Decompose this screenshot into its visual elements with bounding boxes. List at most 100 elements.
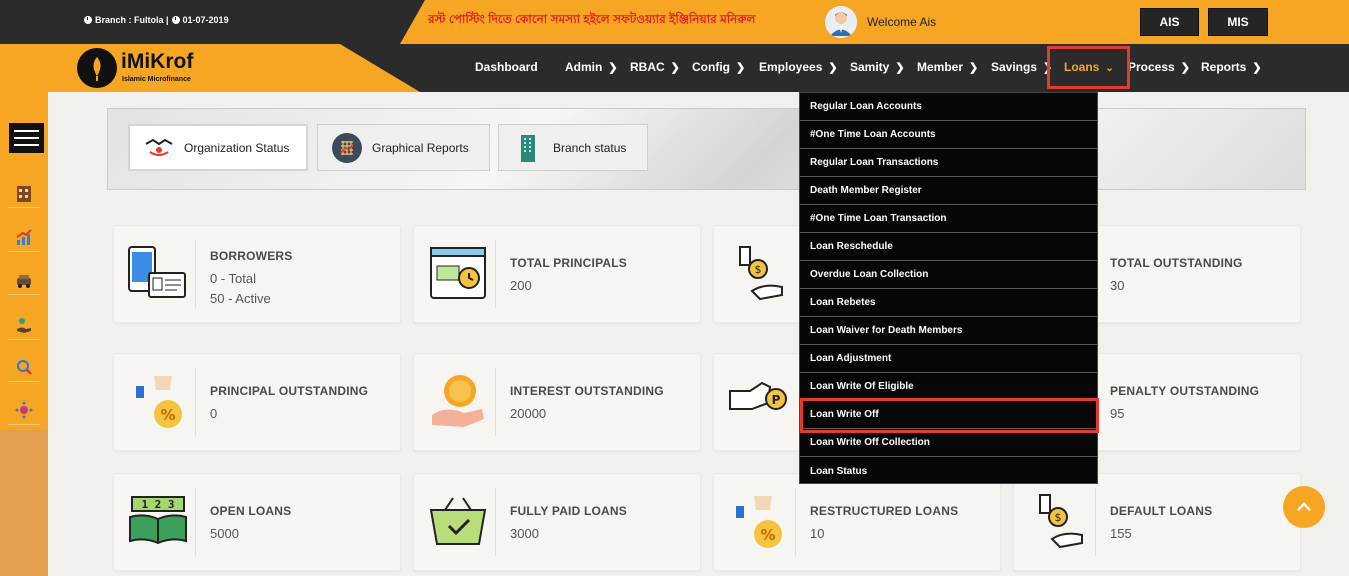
hand-dollar-icon: $ [1022, 486, 1094, 556]
chevron-right-icon: ❯ [895, 62, 905, 74]
card-title: PENALTY OUTSTANDING [1110, 384, 1260, 398]
handshake-icon [144, 133, 174, 163]
menu-item-one-time-loan-transaction[interactable]: #One Time Loan Transaction [800, 205, 1097, 233]
nav-member[interactable]: Member ❯ [917, 60, 978, 74]
card-value: 10 [810, 526, 825, 541]
tab-graphical-reports[interactable]: Graphical Reports [317, 124, 490, 171]
menu-item-loan-rebetes[interactable]: Loan Rebetes [800, 289, 1097, 317]
menu-item-loan-status[interactable]: Loan Status [800, 457, 1097, 485]
card-title: TOTAL OUTSTANDING [1110, 256, 1243, 270]
nav-rbac[interactable]: RBAC ❯ [630, 60, 680, 74]
card-restructured-loans[interactable]: % RESTRUCTURED LOANS 10 [713, 473, 1001, 571]
welcome-text: Welcome Ais [867, 15, 937, 29]
card-title: DEFAULT LOANS [1110, 504, 1213, 518]
branch-info: Branch : Fultola | 01-07-2019 [84, 15, 229, 25]
loans-highlight-box [1047, 46, 1130, 89]
card-value: 155 [1110, 526, 1132, 541]
money-clock-icon [422, 238, 494, 308]
chart-grid-icon [332, 132, 362, 163]
card-title: FULLY PAID LOANS [510, 504, 627, 518]
user-avatar[interactable] [825, 6, 857, 38]
menu-item-loan-write-of-eligible[interactable]: Loan Write Of Eligible [800, 373, 1097, 401]
card-value: 5000 [210, 526, 239, 541]
nav-process[interactable]: Process ❯ [1128, 60, 1190, 74]
mis-button[interactable]: MIS [1208, 8, 1268, 36]
tab-branch-status[interactable]: Branch status [498, 124, 648, 171]
logo-subtitle: Islamic Microfinance [122, 76, 191, 83]
menu-item-one-time-loan-accounts[interactable]: #One Time Loan Accounts [800, 121, 1097, 149]
card-title: INTEREST OUTSTANDING [510, 384, 664, 398]
card-value-total: 0 - Total [210, 271, 257, 286]
card-principal-outstanding[interactable]: % PRINCIPAL OUTSTANDING 0 [113, 353, 401, 451]
card-fully-paid-loans[interactable]: FULLY PAID LOANS 3000 [413, 473, 701, 571]
chevron-right-icon: ❯ [1252, 62, 1262, 74]
svg-text:1 2 3: 1 2 3 [141, 498, 174, 511]
clock-icon [171, 16, 180, 24]
hand-money-icon[interactable] [8, 310, 40, 340]
settings-network-icon[interactable] [8, 395, 40, 425]
card-title: RESTRUCTURED LOANS [810, 504, 959, 518]
nav-savings[interactable]: Savings ❯ [991, 60, 1052, 74]
chevron-right-icon: ❯ [1180, 62, 1190, 74]
card-title: TOTAL PRINCIPALS [510, 256, 627, 270]
nav-admin[interactable]: Admin ❯ [565, 60, 618, 74]
svg-text:$: $ [755, 263, 762, 276]
svg-text:%: % [160, 406, 175, 424]
menu-item-overdue-loan-collection[interactable]: Overdue Loan Collection [800, 261, 1097, 289]
card-title: PRINCIPAL OUTSTANDING [210, 384, 369, 398]
card-value: 3000 [510, 526, 539, 541]
chevron-right-icon: ❯ [736, 62, 746, 74]
card-open-loans[interactable]: 1 2 3 OPEN LOANS 5000 [113, 473, 401, 571]
tab-organization-status[interactable]: Organization Status [128, 124, 308, 171]
svg-text:P: P [772, 393, 781, 407]
nav-dashboard[interactable]: Dashboard [475, 60, 538, 74]
scroll-to-top-button[interactable] [1283, 486, 1325, 528]
card-value: 200 [510, 278, 532, 293]
sidebar-lower-band [0, 430, 48, 576]
menu-item-loan-write-off-collection[interactable]: Loan Write Off Collection [800, 429, 1097, 457]
date-label: 01-07-2019 [182, 15, 229, 25]
hand-dollar-icon: $ [722, 238, 794, 308]
card-interest-outstanding[interactable]: INTEREST OUTSTANDING 20000 [413, 353, 701, 451]
car-icon[interactable] [8, 265, 40, 295]
building-icon[interactable] [8, 178, 40, 208]
card-value: 95 [1110, 406, 1125, 421]
percent-bag-icon: % [722, 486, 794, 556]
chevron-up-icon [1297, 502, 1311, 511]
search-analytics-icon[interactable] [8, 352, 40, 382]
menu-item-regular-loan-transactions[interactable]: Regular Loan Transactions [800, 149, 1097, 177]
nav-reports[interactable]: Reports ❯ [1201, 60, 1262, 74]
card-value: 30 [1110, 278, 1125, 293]
svg-text:%: % [760, 526, 775, 544]
card-value: 20000 [510, 406, 547, 421]
building-icon [513, 133, 543, 163]
nav-samity[interactable]: Samity ❯ [850, 60, 905, 74]
borrowers-icon [122, 238, 194, 308]
card-total-principals[interactable]: TOTAL PRINCIPALS 200 [413, 225, 701, 323]
chevron-right-icon: ❯ [670, 62, 680, 74]
logo-title[interactable]: iMiKrof [121, 50, 193, 74]
logo-icon[interactable] [77, 48, 117, 88]
menu-toggle-button[interactable] [9, 123, 44, 153]
basket-check-icon [422, 486, 494, 556]
menu-item-regular-loan-accounts[interactable]: Regular Loan Accounts [800, 93, 1097, 121]
nav-config[interactable]: Config ❯ [692, 60, 745, 74]
menu-item-loan-reschedule[interactable]: Loan Reschedule [800, 233, 1097, 261]
menu-item-loan-adjustment[interactable]: Loan Adjustment [800, 345, 1097, 373]
write-off-highlight-box [800, 398, 1099, 433]
card-borrowers[interactable]: BORROWERS 0 - Total 50 - Active [113, 225, 401, 323]
nav-employees[interactable]: Employees ❯ [759, 60, 838, 74]
notice-text: রস্ট পোস্টিং দিতে কোনো সমস্যা হইলে সফটওয… [428, 12, 756, 26]
menu-item-loan-waiver-death-members[interactable]: Loan Waiver for Death Members [800, 317, 1097, 345]
hand-coin-p-icon: P [722, 366, 794, 436]
ais-button[interactable]: AIS [1140, 8, 1199, 36]
branch-label: Branch : Fultola | [95, 15, 169, 25]
chevron-right-icon: ❯ [828, 62, 838, 74]
card-value-active: 50 - Active [210, 291, 271, 306]
card-value: 0 [210, 406, 218, 421]
svg-text:$: $ [1055, 511, 1062, 524]
card-default-loans[interactable]: $ DEFAULT LOANS 155 [1013, 473, 1301, 571]
growth-chart-icon[interactable] [8, 222, 40, 252]
chevron-right-icon: ❯ [969, 62, 979, 74]
menu-item-death-member-register[interactable]: Death Member Register [800, 177, 1097, 205]
